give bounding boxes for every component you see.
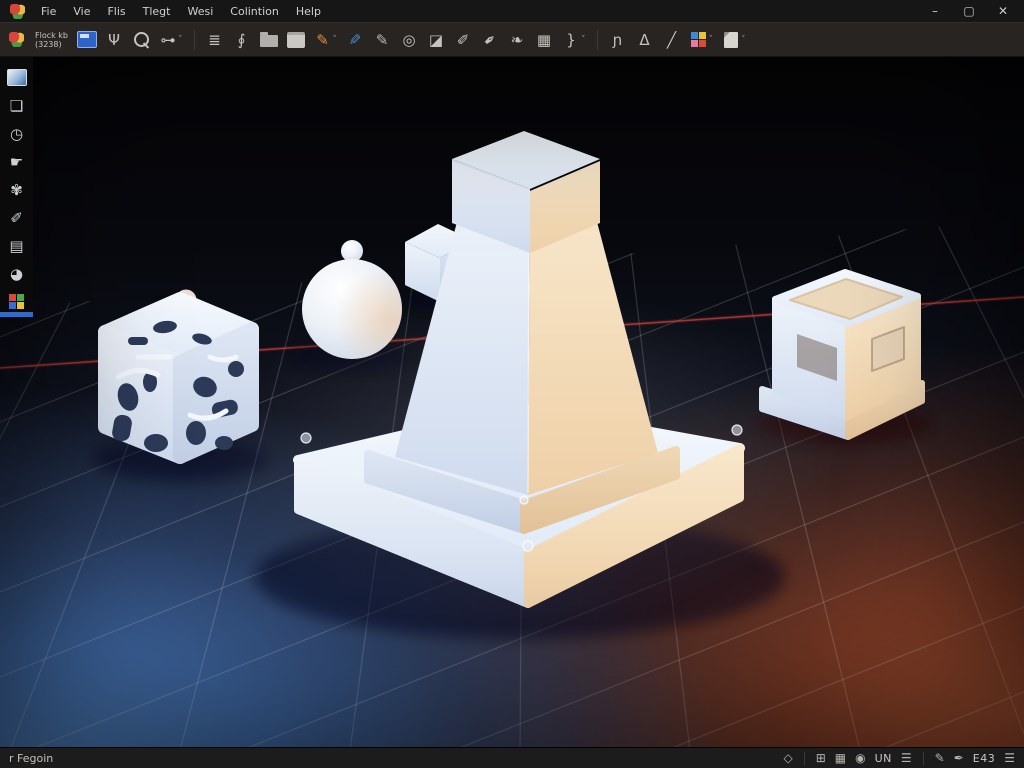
menu-file[interactable]: Fie [40, 5, 57, 18]
maximize-button[interactable]: ▢ [962, 4, 976, 18]
chisel-tool-icon[interactable]: ✐ [5, 205, 29, 230]
gem-icon[interactable]: ◇ [783, 751, 792, 765]
counter-label: E43 [973, 752, 995, 765]
dropdown-arrow-icon[interactable]: ˅ [333, 35, 338, 45]
triangle-tool-icon[interactable]: Δ [634, 28, 656, 52]
notes-tool-icon[interactable]: ▤ [5, 233, 29, 258]
history-tool-icon[interactable]: ◷ [5, 121, 29, 146]
status-separator [923, 752, 924, 765]
tray-icon[interactable] [285, 28, 307, 52]
target-icon[interactable]: ◉ [855, 751, 865, 765]
minimize-button[interactable]: – [928, 4, 942, 18]
viewport-canvas [0, 57, 1024, 747]
tool-sidebar: ❏ ◷ ☛ ✾ ✐ ▤ ◕ [0, 57, 33, 317]
menu-alt-icon[interactable]: ☰ [1004, 751, 1015, 765]
brush-tool-icon[interactable]: ◕ [5, 261, 29, 286]
menu-wesi[interactable]: Wesi [186, 5, 214, 18]
shape-icon[interactable]: ◪ [425, 28, 447, 52]
status-separator [804, 752, 805, 765]
un-label: UN [875, 752, 892, 765]
menu-view[interactable]: Vie [72, 5, 91, 18]
pen-orange-icon[interactable]: ✎ [312, 28, 334, 52]
lattice-cube[interactable] [105, 292, 252, 457]
pedestal-block[interactable] [762, 272, 922, 437]
menu-tlegt[interactable]: Tlegt [142, 5, 172, 18]
pen-icon[interactable]: ✎ [935, 751, 945, 765]
app-logo-icon[interactable] [10, 4, 25, 19]
dropdown-arrow-icon[interactable]: ˅ [741, 35, 746, 45]
script-icon[interactable]: ∮ [231, 28, 253, 52]
list-icon[interactable]: ≣ [204, 28, 226, 52]
pen-grey-icon[interactable]: ✎ [371, 28, 393, 52]
main-area: ❏ ◷ ☛ ✾ ✐ ▤ ◕ [0, 57, 1024, 747]
window-controls: – ▢ ✕ [928, 4, 1024, 18]
menu-icon[interactable]: ☰ [901, 751, 912, 765]
flower-tool-icon[interactable]: ✾ [5, 177, 29, 202]
toolbar-separator [597, 30, 598, 50]
pen-alt-icon[interactable]: ✒ [954, 751, 964, 765]
app-logo-icon[interactable] [5, 28, 27, 52]
dropdown-arrow-icon[interactable]: ˅ [709, 35, 714, 45]
image-tool-icon[interactable] [5, 65, 29, 90]
document-icon[interactable] [720, 28, 742, 52]
toolbar-separator [194, 30, 195, 50]
quill-icon[interactable]: ❧ [506, 28, 528, 52]
menu-colintion[interactable]: Colintion [229, 5, 280, 18]
color-grid-icon[interactable] [688, 28, 710, 52]
sphere[interactable] [302, 240, 402, 359]
hand-tool-icon[interactable]: ☛ [5, 149, 29, 174]
menu-bar: Fie Vie Flis Tlegt Wesi Colintion Help –… [0, 0, 1024, 22]
screw-icon[interactable]: ✒ [474, 23, 506, 56]
close-button[interactable]: ✕ [996, 4, 1010, 18]
window-panel-icon[interactable] [76, 28, 98, 52]
magnifier-icon[interactable] [130, 28, 152, 52]
toolbar-label-block: Flock kb(3238) [35, 31, 68, 49]
menu-flis[interactable]: Flis [106, 5, 126, 18]
table-icon[interactable]: ▦ [533, 28, 555, 52]
pose-tool-icon[interactable]: Ψ [103, 28, 125, 52]
layers-icon[interactable]: ▦ [835, 751, 846, 765]
application-window: Fie Vie Flis Tlegt Wesi Colintion Help –… [0, 0, 1024, 768]
menu-help[interactable]: Help [295, 5, 322, 18]
toolbar: Flock kb(3238) Ψ ⊶ ˅ ≣ ∮ ✎ ˅ ✎ ✎ ◎ ◪ ✐ ✒… [0, 22, 1024, 57]
slider-icon[interactable]: ⊶ [157, 28, 179, 52]
curve-tool-icon[interactable]: ɲ [607, 28, 629, 52]
status-left-text: r Fegoin [9, 752, 53, 765]
viewport-3d[interactable] [0, 57, 1024, 747]
folder-icon[interactable] [258, 28, 280, 52]
document-tool-icon[interactable]: ❏ [5, 93, 29, 118]
grid-icon[interactable]: ⊞ [816, 751, 826, 765]
dropdown-arrow-icon[interactable]: ˅ [178, 35, 183, 45]
target-icon[interactable]: ◎ [398, 28, 420, 52]
status-bar: r Fegoin ◇ ⊞ ▦ ◉ UN ☰ ✎ ✒ E43 ☰ [0, 747, 1024, 768]
dropdown-arrow-icon[interactable]: ˅ [581, 35, 586, 45]
palette-grid-icon[interactable] [5, 289, 29, 314]
bracket-icon[interactable]: } [560, 28, 582, 52]
pen-blue-icon[interactable]: ✎ [344, 28, 366, 52]
line-tool-icon[interactable]: ╱ [661, 28, 683, 52]
stylus-icon[interactable]: ✐ [452, 28, 474, 52]
